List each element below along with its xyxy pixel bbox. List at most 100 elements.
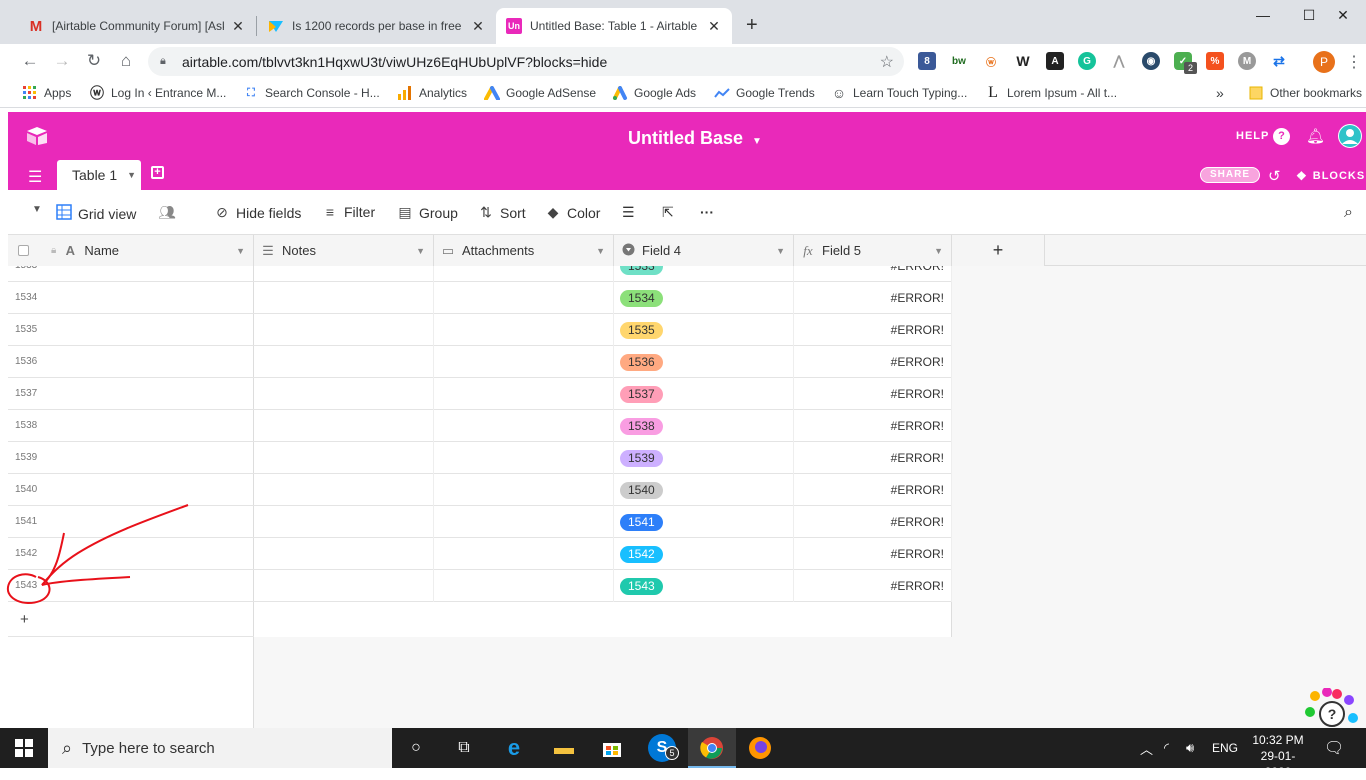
cell-field-4[interactable]: 1536 [614,346,794,378]
base-title[interactable]: Untitled Base ▼ [628,128,762,149]
volume-icon[interactable]: 🔊︎ [1186,728,1194,768]
extension-w-icon[interactable]: W [1014,52,1032,70]
help-question-icon[interactable]: ? [1273,128,1290,145]
column-header-name[interactable]: 🔒︎ A Name ▼ [8,235,254,266]
cell-field-4[interactable]: 1533 [614,266,794,282]
edge-icon[interactable]: e [500,734,528,762]
cell-field-5[interactable]: #ERROR! [794,314,952,346]
history-icon[interactable]: ↺ [1268,167,1281,185]
collaborators-icon[interactable]: 👥︎ [158,204,176,221]
cell-attachments[interactable] [434,570,614,602]
cell-attachments[interactable] [434,282,614,314]
cell-field-4[interactable]: 1534 [614,282,794,314]
cell-field-5[interactable]: #ERROR! [794,410,952,442]
table-row[interactable]: 1534 [8,282,254,314]
back-arrow-icon[interactable]: ← [18,49,42,73]
bookmark-login[interactable]: ⓦ Log In ‹ Entrance M... [89,84,226,102]
cell-field-5[interactable]: #ERROR! [794,442,952,474]
store-icon[interactable] [598,734,626,762]
cell-field-4[interactable]: 1543 [614,570,794,602]
share-view-icon[interactable]: ⇱ [662,204,674,221]
cell-notes[interactable] [254,570,434,602]
hide-fields-button[interactable]: ⊘ Hide fields [214,204,301,221]
table-row[interactable]: 1541 #ERROR! [254,506,952,538]
cell-notes[interactable] [254,282,434,314]
table-row[interactable]: 1535 [8,314,254,346]
more-options-icon[interactable]: ··· [700,204,714,220]
table-row[interactable]: 1543 #ERROR! [254,570,952,602]
cell-notes[interactable] [254,442,434,474]
cell-attachments[interactable] [434,410,614,442]
table-row[interactable]: 1540 #ERROR! [254,474,952,506]
cell-attachments[interactable] [434,442,614,474]
cell-attachments[interactable] [434,538,614,570]
cortana-icon[interactable]: ○ [402,734,430,762]
cell-field-5[interactable]: #ERROR! [794,474,952,506]
color-button[interactable]: ◆ Color [545,204,601,221]
sort-button[interactable]: ⇅ Sort [478,204,526,221]
extension-icon-1[interactable]: 8 [918,52,936,70]
cell-field-5[interactable]: #ERROR! [794,506,952,538]
table-row[interactable]: 1535 #ERROR! [254,314,952,346]
grammarly-icon[interactable]: G [1078,52,1096,70]
bookmark-lorem-ipsum[interactable]: L Lorem Ipsum - All t... [985,84,1117,102]
close-icon[interactable]: ✕ [230,18,246,35]
cell-attachments[interactable] [434,314,614,346]
caret-down-icon[interactable]: ▼ [934,246,943,256]
close-icon[interactable]: ✕ [706,18,722,35]
group-button[interactable]: ▤ Group [397,204,458,221]
cell-field-5[interactable]: #ERROR! [794,282,952,314]
new-tab-icon[interactable]: + [746,14,758,37]
table-row[interactable]: 1542 #ERROR! [254,538,952,570]
caret-down-icon[interactable]: ▼ [416,246,425,256]
reload-icon[interactable]: ↻ [82,49,106,73]
extension-wp-icon[interactable]: ⓦ [982,52,1000,70]
cell-field-5[interactable]: #ERROR! [794,378,952,410]
cell-field-5[interactable]: #ERROR! [794,266,952,282]
task-view-icon[interactable]: ⧉ [450,734,478,762]
cell-field-4[interactable]: 1542 [614,538,794,570]
extension-a-icon[interactable]: A [1046,52,1064,70]
extension-bw-icon[interactable]: bw [950,52,968,70]
cell-notes[interactable] [254,506,434,538]
extension-globe-icon[interactable]: ◉ [1142,52,1160,70]
bookmark-search-console[interactable]: ⛶ Search Console - H... [243,84,380,102]
cell-field-4[interactable]: 1537 [614,378,794,410]
row-height-icon[interactable]: ☰ [622,204,635,221]
table-row[interactable]: 1533 [8,266,254,282]
tab-untitled-base[interactable]: Un Untitled Base: Table 1 - Airtable ✕ [496,8,732,44]
cell-field-4[interactable]: 1540 [614,474,794,506]
add-field-button[interactable]: + [952,235,1045,266]
cell-field-4[interactable]: 1535 [614,314,794,346]
bookmark-other[interactable]: Other bookmarks [1248,84,1362,102]
windows-start-icon[interactable] [10,734,38,762]
bookmark-apps[interactable]: Apps [22,84,71,102]
select-all-checkbox[interactable] [18,245,29,256]
cell-notes[interactable] [254,266,434,282]
cell-attachments[interactable] [434,474,614,506]
column-header-field-4[interactable]: Field 4 ▼ [614,235,794,266]
table-row[interactable]: 1536 [8,346,254,378]
language-indicator[interactable]: ENG [1212,728,1238,768]
share-button[interactable]: SHARE [1200,167,1261,183]
cell-attachments[interactable] [434,266,614,282]
table-row[interactable]: 1539 [8,442,254,474]
file-explorer-icon[interactable]: ▬ [550,734,578,762]
airtable-logo-icon[interactable] [26,126,48,149]
network-icon[interactable]: ◜ [1164,728,1169,768]
cell-field-5[interactable]: #ERROR! [794,570,952,602]
forward-arrow-icon[interactable]: → [50,49,74,73]
table-row[interactable]: 1534 #ERROR! [254,282,952,314]
cell-field-5[interactable]: #ERROR! [794,538,952,570]
notifications-bell-icon[interactable]: 🔔︎ [1306,127,1325,145]
caret-down-icon[interactable]: ▼ [596,246,605,256]
cell-notes[interactable] [254,538,434,570]
bookmark-touch-typing[interactable]: ☺ Learn Touch Typing... [831,84,967,102]
cell-notes[interactable] [254,346,434,378]
caret-down-icon[interactable]: ▼ [236,246,245,256]
cell-field-4[interactable]: 1538 [614,410,794,442]
bookmark-analytics[interactable]: Analytics [397,84,467,102]
tab-records-question[interactable]: Is 1200 records per base in free a ✕ [258,8,496,44]
extension-translate-icon[interactable]: % [1206,52,1224,70]
table-row[interactable]: 1537 #ERROR! [254,378,952,410]
